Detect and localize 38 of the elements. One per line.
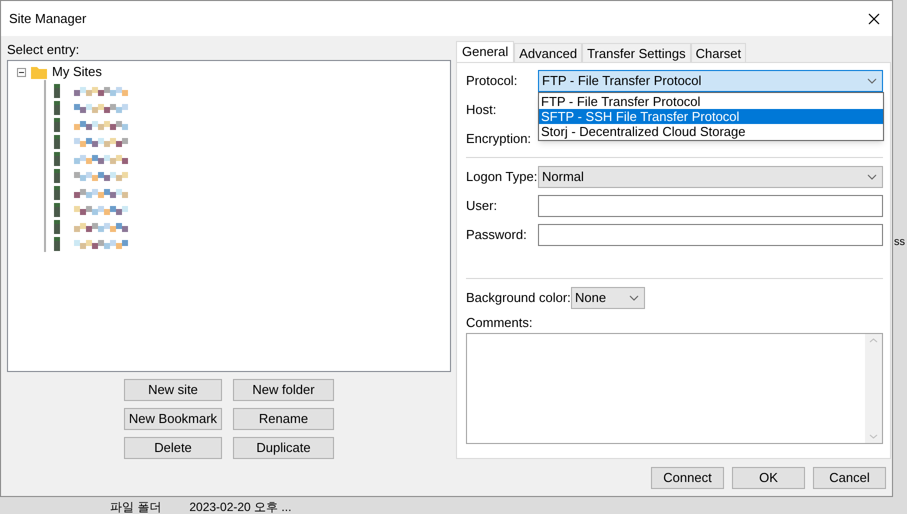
dialog-button[interactable]: New Bookmark [124,408,222,430]
folder-icon [31,66,47,78]
dialog-button[interactable]: Delete [124,437,222,459]
tab[interactable]: General [456,41,514,62]
dialog-button[interactable]: Connect [651,467,724,489]
field-label: Host: [466,101,498,120]
logon-type-dropdown[interactable]: Normal [538,166,883,188]
field-label: User: [466,197,498,216]
background-text: 2023-02-20 오후 ... [189,499,292,514]
collapse-toggle[interactable] [17,68,26,76]
dropdown-option[interactable]: FTP - File Transfer Protocol [539,94,883,109]
background-color-dropdown[interactable]: None [571,287,645,309]
tab[interactable]: Advanced [514,43,582,62]
dropdown-option[interactable]: SFTP - SSH File Transfer Protocol [539,109,883,124]
user-field[interactable] [538,195,883,217]
dialog-button[interactable]: OK [732,467,805,489]
dialog-button[interactable]: New folder [233,379,334,401]
tab[interactable]: Charset [690,43,746,62]
protocol-dropdown[interactable]: FTP - File Transfer Protocol [538,70,883,92]
field-label: Comments: [466,314,532,332]
field-label: Protocol: [466,72,518,90]
dialog-button[interactable]: Rename [233,408,334,430]
background-text: ss [894,235,905,250]
field-label: Password: [466,226,528,244]
field-label: Encryption: [466,130,532,148]
tab[interactable]: Transfer Settings [582,43,691,62]
dialog-button[interactable]: Duplicate [233,437,334,459]
field-label: Background color: [466,289,571,308]
dialog-button[interactable]: New site [124,379,222,401]
section-label: Select entry: [7,41,80,59]
password-field[interactable] [538,224,883,246]
dropdown-option[interactable]: Storj - Decentralized Cloud Storage [539,124,883,139]
field-label: Logon Type: [466,168,538,186]
background-text: 파일 폴더 [110,499,162,514]
close-icon[interactable] [868,12,880,24]
dialog-button[interactable]: Cancel [813,467,886,489]
tree-item[interactable]: My Sites [52,62,102,82]
window-title: Site Manager [9,10,86,28]
